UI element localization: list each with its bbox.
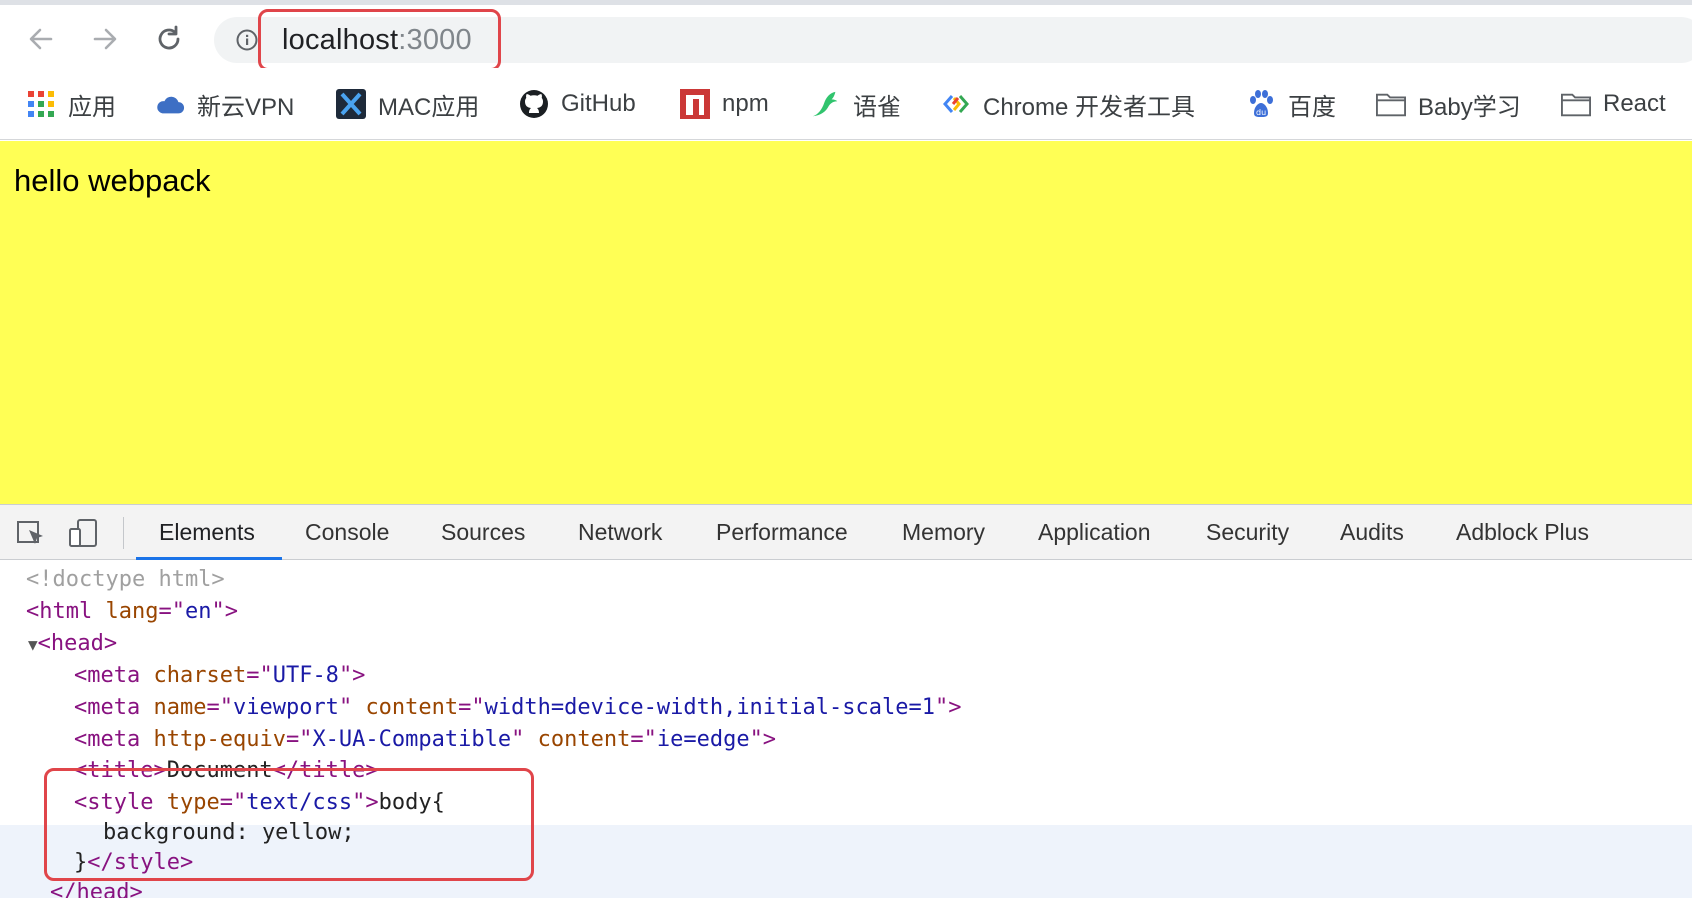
dom-node-meta-viewport[interactable]: <meta name="viewport" content="width=dev… [74,693,962,723]
dom-node-head[interactable]: ▼<head> [28,629,117,659]
dom-node-meta-compat[interactable]: <meta http-equiv="X-UA-Compatible" conte… [74,725,776,755]
dom-node-head-close[interactable]: </head> [50,878,143,898]
style-highlight-box [44,768,534,881]
dom-tree: <!doctype html> <html lang="en"> ▼<head>… [0,0,1692,898]
expand-triangle-icon[interactable]: ▼ [28,635,38,654]
dom-node-meta-charset[interactable]: <meta charset="UTF-8"> [74,661,365,691]
dom-node-html[interactable]: <html lang="en"> [26,597,238,627]
dom-node-doctype[interactable]: <!doctype html> [26,565,225,595]
